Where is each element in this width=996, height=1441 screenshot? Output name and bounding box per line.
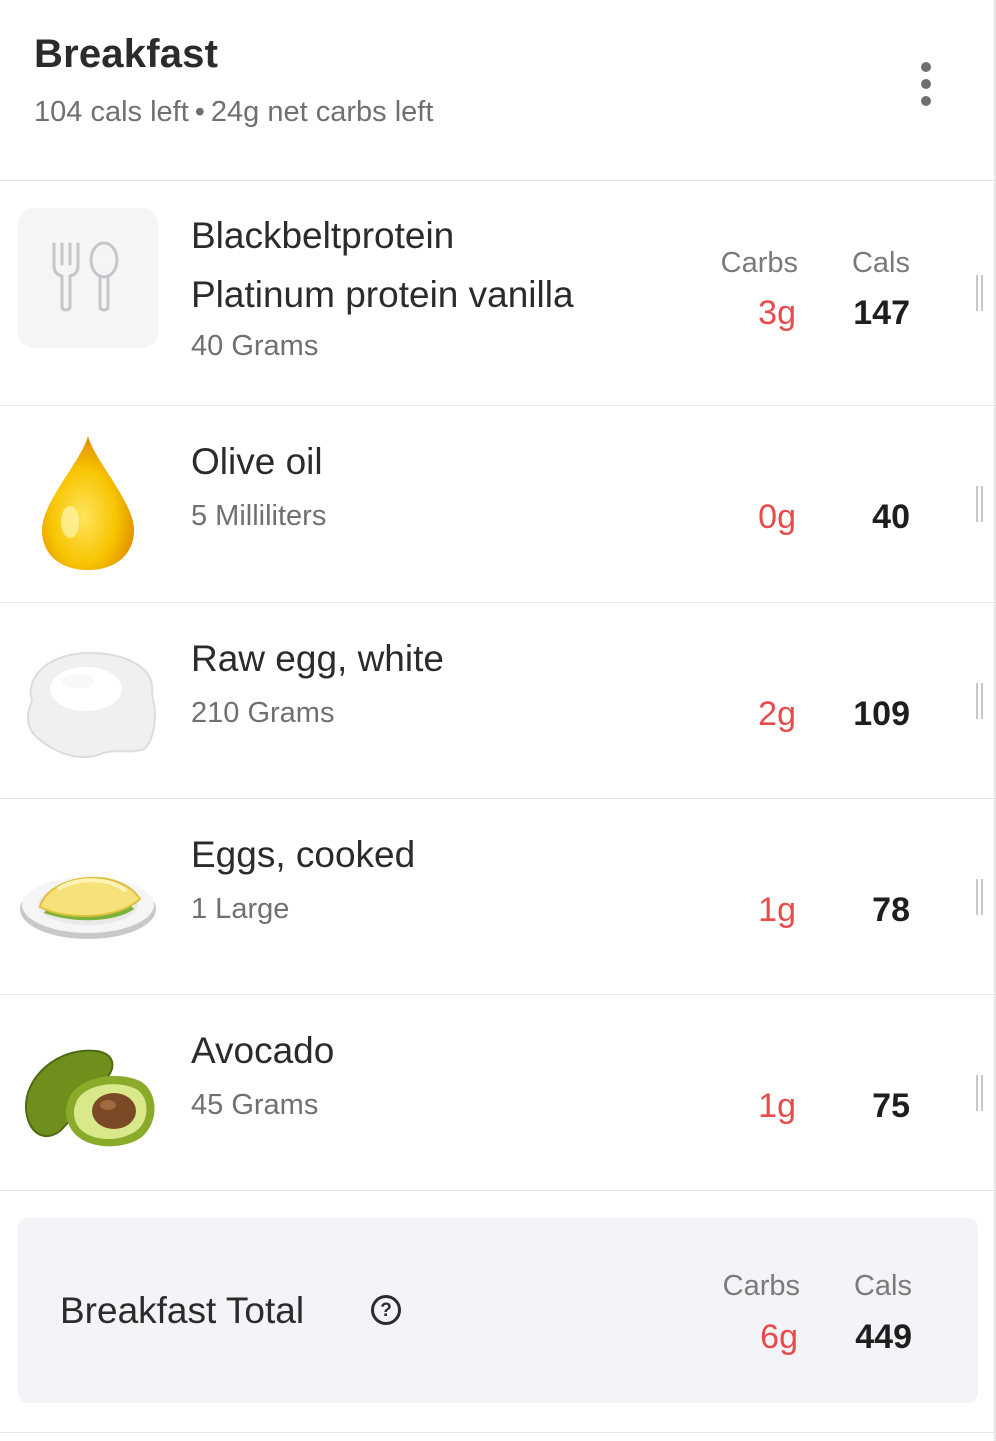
- meal-summary: 104 cals left • 24g net carbs left: [34, 96, 433, 129]
- meal-title: Breakfast: [34, 32, 219, 76]
- food-quantity: 40 Grams: [191, 330, 319, 362]
- drag-handle[interactable]: [976, 275, 984, 311]
- carbs-value: 0g: [758, 498, 796, 536]
- cals-value: 40: [872, 498, 910, 536]
- utensils-icon: [18, 208, 158, 348]
- total-cals-value: 449: [855, 1318, 912, 1356]
- food-quantity: 5 Milliliters: [191, 500, 327, 532]
- egg-white-icon: [18, 631, 158, 771]
- divider: [0, 1432, 994, 1433]
- cals-value: 147: [853, 294, 910, 332]
- carbs-header: Carbs: [720, 247, 798, 279]
- oil-drop-icon: [18, 430, 158, 570]
- summary-separator: •: [194, 96, 205, 128]
- food-row[interactable]: Avocado 45 Grams 1g 75: [0, 995, 994, 1191]
- net-carbs-left: 24g net carbs left: [210, 96, 434, 128]
- food-quantity: 210 Grams: [191, 697, 335, 729]
- cals-header: Cals: [851, 247, 910, 279]
- food-name: Eggs, cooked: [191, 834, 416, 875]
- carbs-header: Carbs: [722, 1270, 800, 1302]
- drag-handle[interactable]: [976, 1075, 984, 1111]
- drag-handle[interactable]: [976, 486, 984, 522]
- carbs-value: 3g: [758, 294, 796, 332]
- food-name: Avocado: [191, 1030, 335, 1071]
- cals-left: 104 cals left: [34, 96, 189, 128]
- carbs-value: 1g: [758, 891, 796, 929]
- food-name: Olive oil: [191, 441, 323, 482]
- cals-value: 109: [853, 695, 910, 733]
- meal-header: Breakfast 104 cals left • 24g net carbs le…: [0, 0, 996, 181]
- food-quantity: 1 Large: [191, 893, 290, 925]
- total-carbs-value: 6g: [760, 1318, 798, 1356]
- food-row[interactable]: Olive oil 5 Milliliters 0g 40: [0, 406, 994, 603]
- drag-handle[interactable]: [976, 879, 984, 915]
- cals-header: Cals: [853, 1270, 912, 1302]
- cals-value: 78: [872, 891, 910, 929]
- omelette-icon: [18, 829, 158, 969]
- carbs-value: 1g: [758, 1087, 796, 1125]
- food-quantity: 45 Grams: [191, 1089, 319, 1121]
- help-icon[interactable]: ?: [371, 1295, 401, 1325]
- total-label: Breakfast Total: [60, 1290, 305, 1331]
- cals-value: 75: [872, 1087, 910, 1125]
- avocado-icon: [18, 1021, 158, 1161]
- meal-total-card: Breakfast Total ? Carbs Cals 6g 449: [18, 1218, 978, 1403]
- more-vertical-icon[interactable]: [910, 56, 942, 112]
- food-row[interactable]: Eggs, cooked 1 Large 1g 78: [0, 799, 994, 995]
- food-row[interactable]: Raw egg, white 210 Grams 2g 109: [0, 603, 994, 799]
- drag-handle[interactable]: [976, 683, 984, 719]
- food-name: Raw egg, white: [191, 638, 444, 679]
- food-row[interactable]: Blackbeltprotein Platinum protein vanill…: [0, 180, 994, 406]
- carbs-value: 2g: [758, 695, 796, 733]
- food-name: Blackbeltprotein Platinum protein vanill…: [191, 215, 574, 315]
